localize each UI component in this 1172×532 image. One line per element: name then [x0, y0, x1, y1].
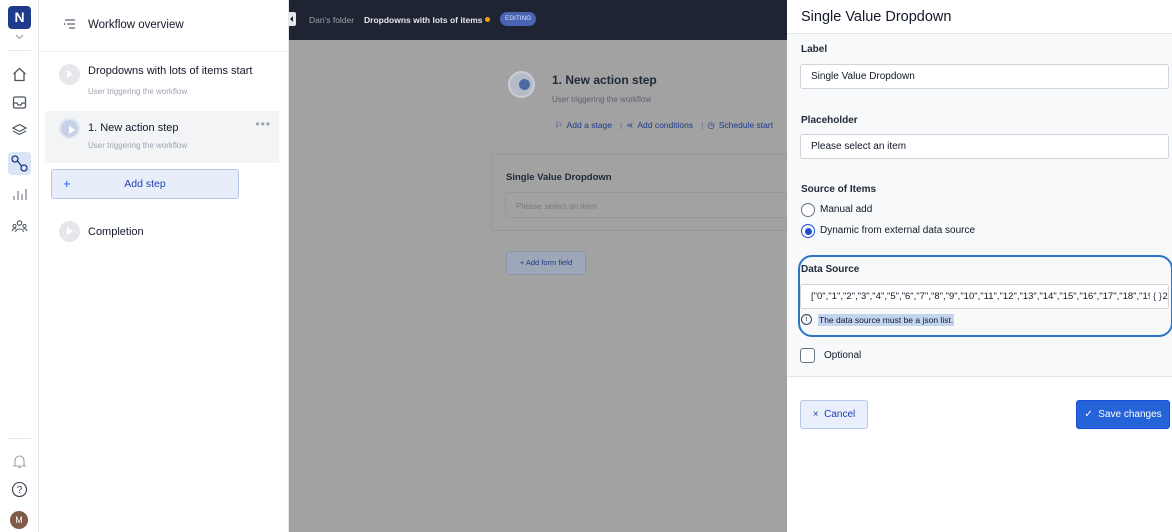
- schedule-start-link[interactable]: Schedule start: [719, 120, 773, 130]
- branch-icon: ⋖: [626, 120, 634, 130]
- panel-title: Single Value Dropdown: [801, 9, 952, 25]
- close-icon: ×: [812, 409, 819, 420]
- data-source-label: Data Source: [801, 264, 860, 275]
- breadcrumb-workflow: Dropdowns with lots of items: [364, 15, 483, 25]
- divider: |: [620, 120, 623, 130]
- radio-dynamic-source-label: Dynamic from external data source: [820, 225, 976, 236]
- radio-dynamic-source[interactable]: [801, 224, 815, 238]
- editing-badge: EDITING: [500, 12, 537, 26]
- node-actions: ⚐ Add a stage | ⋖ Add conditions | ◷ Schedule s…: [555, 120, 777, 131]
- workflow-overview[interactable]: Workflow overview: [39, 0, 288, 52]
- form-field-card[interactable]: Single Value Dropdown Please select an i…: [491, 154, 788, 231]
- breadcrumb-folder[interactable]: Dan's folder: [309, 15, 354, 25]
- save-changes-button[interactable]: ✓ Save changes: [1076, 400, 1170, 429]
- chevron-down-icon[interactable]: [13, 32, 26, 42]
- dropdown-preview-placeholder: Please select an item: [516, 201, 597, 211]
- node-title[interactable]: 1. New action step: [552, 73, 657, 87]
- play-icon: [59, 64, 80, 85]
- inbox-icon[interactable]: [11, 94, 28, 111]
- bell-icon[interactable]: [11, 453, 28, 470]
- rail-divider-bottom: [8, 438, 31, 439]
- collapse-panel-handle[interactable]: [289, 12, 296, 26]
- optional-checkbox[interactable]: [800, 348, 815, 363]
- optional-label: Optional: [824, 350, 862, 361]
- workflow-overview-title: Workflow overview: [88, 19, 184, 31]
- save-label: Save changes: [1098, 409, 1162, 420]
- workflow-canvas: Dan's folder Dropdowns with lots of item…: [289, 0, 788, 532]
- icon-rail: N ? M: [0, 0, 39, 532]
- rail-divider: [8, 50, 31, 51]
- info-icon: i: [801, 314, 812, 325]
- unsaved-dot: [485, 17, 490, 22]
- add-step-button[interactable]: + Add step: [51, 169, 239, 199]
- dropdown-preview[interactable]: Please select an item: [505, 192, 788, 218]
- list-icon: [63, 19, 75, 29]
- svg-text:?: ?: [17, 485, 23, 496]
- layers-icon[interactable]: [11, 122, 28, 139]
- step-title: 1. New action step: [88, 122, 179, 134]
- clock-icon: ◷: [707, 120, 715, 130]
- radio-manual-add[interactable]: [801, 203, 815, 217]
- analytics-icon[interactable]: [11, 186, 28, 203]
- step-subtitle: User triggering the workflow: [88, 87, 188, 96]
- label-input[interactable]: Single Value Dropdown: [800, 64, 1169, 89]
- add-conditions-link[interactable]: Add conditions: [637, 120, 693, 130]
- source-of-items-label: Source of Items: [801, 184, 877, 195]
- divider: |: [701, 120, 704, 130]
- step-new-action[interactable]: 1. New action step User triggering the w…: [45, 111, 279, 163]
- cancel-label: Cancel: [824, 409, 856, 420]
- step-title: Dropdowns with lots of items start: [88, 65, 253, 77]
- radio-manual-add-label: Manual add: [820, 204, 873, 215]
- user-avatar[interactable]: M: [10, 511, 28, 529]
- add-form-field-button[interactable]: + Add form field: [506, 251, 586, 275]
- node-subtitle: User triggering the workflow: [552, 95, 652, 104]
- help-icon[interactable]: ?: [11, 481, 28, 498]
- add-step-label: Add step: [124, 178, 166, 190]
- workflow-icon[interactable]: [8, 152, 31, 175]
- more-options-icon[interactable]: •••: [255, 117, 271, 131]
- users-icon[interactable]: [11, 218, 28, 235]
- placeholder-field-label: Placeholder: [801, 115, 858, 126]
- placeholder-input[interactable]: Please select an item: [800, 134, 1169, 159]
- data-source-input[interactable]: ["0","1","2","3","4","5","6","7","8","9"…: [800, 284, 1169, 309]
- action-step-icon: [508, 71, 535, 98]
- step-completion[interactable]: Completion: [45, 219, 279, 247]
- app-logo[interactable]: N: [8, 6, 31, 29]
- data-source-value: ["0","1","2","3","4","5","6","7","8","9"…: [811, 291, 1168, 302]
- top-bar: Dan's folder Dropdowns with lots of item…: [289, 0, 787, 40]
- action-step-icon: [59, 118, 80, 139]
- steps-panel: Workflow overview Dropdowns with lots of…: [39, 0, 289, 532]
- home-icon[interactable]: [11, 66, 28, 83]
- completion-icon: [59, 221, 80, 242]
- form-field-label: Single Value Dropdown: [506, 172, 612, 183]
- step-start[interactable]: Dropdowns with lots of items start User …: [45, 59, 279, 105]
- json-braces-icon[interactable]: { }: [1150, 291, 1162, 302]
- check-icon: ✓: [1084, 409, 1093, 420]
- completion-label: Completion: [88, 226, 144, 238]
- add-stage-link[interactable]: Add a stage: [567, 120, 612, 130]
- cancel-button[interactable]: × Cancel: [800, 400, 868, 429]
- label-field-label: Label: [801, 44, 828, 55]
- step-subtitle: User triggering the workflow: [88, 141, 188, 150]
- field-settings-panel: Single Value Dropdown Label Single Value…: [787, 0, 1172, 532]
- data-source-hint: The data source must be a json list.: [818, 314, 955, 326]
- flag-icon: ⚐: [555, 120, 563, 130]
- divider: [787, 376, 1172, 377]
